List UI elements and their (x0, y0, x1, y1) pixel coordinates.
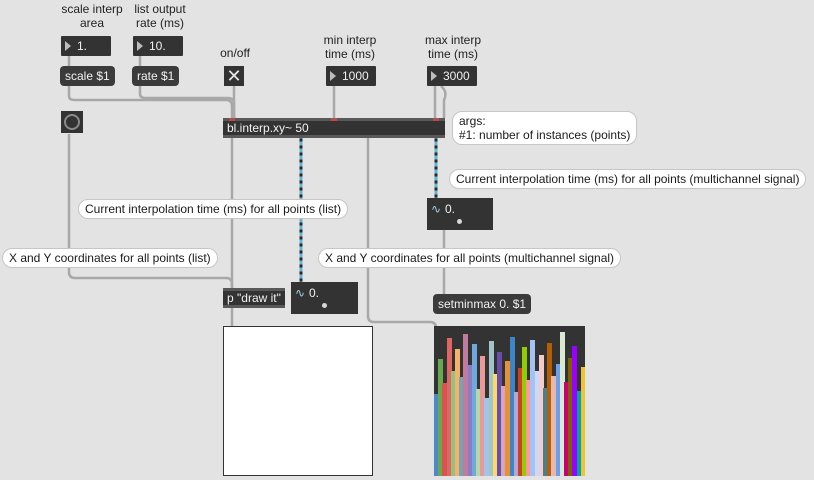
rate-message[interactable]: rate $1 (132, 66, 180, 86)
interp-time-signal-display[interactable]: ∿ 0. (427, 198, 493, 230)
patch-cords (67, 56, 447, 336)
interp-xy-object-text: bl.interp.xy~ 50 (227, 121, 309, 135)
xy-list-comment: X and Y coordinates for all points (list… (2, 248, 218, 268)
on-off-toggle[interactable]: ✕ (224, 66, 244, 86)
args-comment-line2: #1: number of instances (points) (459, 128, 631, 142)
signal-indicator-dot (457, 219, 462, 224)
number-box-arrow-icon (137, 41, 143, 51)
multislider[interactable] (434, 326, 585, 476)
inlet-marker (229, 118, 235, 121)
rate-message-text: rate $1 (137, 69, 175, 83)
number-box-arrow-icon (65, 41, 71, 51)
setminmax-message-text: setminmax 0. $1 (438, 297, 527, 311)
scale-message[interactable]: scale $1 (60, 66, 115, 86)
interp-time-list-comment: Current interpolation time (ms) for all … (78, 199, 349, 219)
xy-signal-comment-text: X and Y coordinates for all points (mult… (325, 251, 615, 265)
on-off-label: on/off (220, 46, 250, 60)
toggle-x-icon: ✕ (226, 66, 242, 86)
min-interp-number-value: 1000 (342, 69, 369, 83)
max-interp-time-label: max interp time (ms) (424, 33, 482, 61)
drawing-canvas[interactable] (223, 326, 373, 476)
draw-it-subpatch-text: p "draw it" (227, 291, 281, 305)
scale-number-value: 1. (77, 39, 88, 53)
list-output-rate-label: list output rate (ms) (134, 2, 186, 30)
draw-it-subpatch[interactable]: p "draw it" (223, 288, 285, 308)
max-interp-number-value: 3000 (443, 69, 470, 83)
args-comment-line1: args: (459, 114, 486, 128)
number-box-arrow-icon (431, 71, 437, 81)
signal-display-value: 0. (445, 202, 456, 216)
interp-time-list-comment-text: Current interpolation time (ms) for all … (85, 202, 342, 216)
inlet-marker (433, 118, 439, 121)
scale-message-text: scale $1 (65, 69, 110, 83)
number-box-arrow-icon (330, 71, 336, 81)
xy-signal-comment: X and Y coordinates for all points (mult… (318, 248, 622, 268)
args-comment: args: #1: number of instances (points) (452, 111, 638, 145)
scale-number-box[interactable]: 1. (61, 36, 111, 56)
bang-button[interactable] (61, 111, 83, 133)
signal-wave-icon: ∿ (295, 286, 306, 300)
inlet-marker (331, 118, 337, 121)
rate-number-value: 10. (149, 39, 166, 53)
rate-number-box[interactable]: 10. (133, 36, 183, 56)
min-interp-time-label: min interp time (ms) (323, 33, 377, 61)
setminmax-message[interactable]: setminmax 0. $1 (433, 294, 532, 314)
max-interp-number-box[interactable]: 3000 (427, 66, 477, 86)
xy-signal-display[interactable]: ∿ 0. (291, 282, 358, 314)
multislider-bar (580, 366, 585, 476)
interp-time-signal-comment-text: Current interpolation time (ms) for all … (456, 172, 800, 186)
xy-list-comment-text: X and Y coordinates for all points (list… (9, 251, 211, 265)
interp-time-signal-comment: Current interpolation time (ms) for all … (449, 169, 807, 189)
interp-xy-object[interactable]: bl.interp.xy~ 50 (223, 118, 445, 138)
bang-circle-icon (64, 114, 80, 130)
signal-display-value: 0. (309, 286, 320, 300)
signal-wave-icon: ∿ (431, 202, 442, 216)
signal-indicator-dot (322, 303, 327, 308)
min-interp-number-box[interactable]: 1000 (326, 66, 376, 86)
